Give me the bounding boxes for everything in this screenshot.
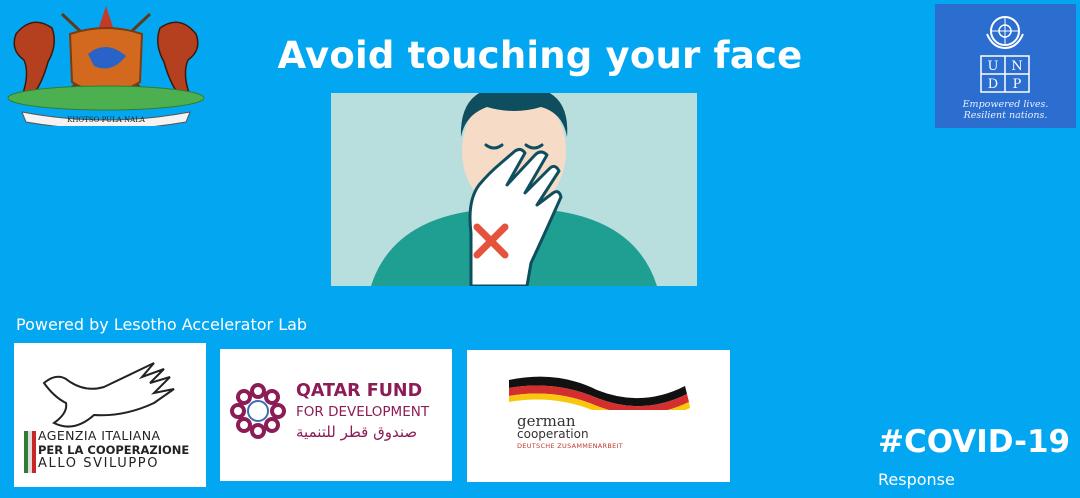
undp-letter-d: D <box>988 77 998 92</box>
qatar-fund-name-line-2: FOR DEVELOPMENT <box>296 404 430 420</box>
german-cooperation-line-3: DEUTSCHE ZUSAMMENARBEIT <box>517 442 623 450</box>
undp-letter-n: N <box>1011 59 1022 74</box>
undp-tagline-2: Resilient nations. <box>963 110 1048 121</box>
face-touch-illustration <box>331 93 697 286</box>
covid-hashtag: #COVID-19 <box>878 424 1071 460</box>
aics-name-line-1: AGENZIA ITALIANA <box>38 428 161 443</box>
qatar-fund-name-arabic: صندوق قطر للتنمية <box>296 423 418 441</box>
aics-name-line-2: PER LA COOPERAZIONE <box>38 443 190 457</box>
coat-of-arms-emblem: KHOTSO PULA NALA <box>7 6 205 130</box>
qatar-fund-name-line-1: QATAR FUND <box>296 381 423 401</box>
german-cooperation-line-2: cooperation <box>517 427 589 441</box>
undp-logo: U N D P Empowered lives. Resilient natio… <box>935 4 1076 128</box>
german-flag-wave-icon <box>509 376 690 410</box>
german-cooperation-partner-logo: german cooperation DEUTSCHE ZUSAMMENARBE… <box>467 350 730 482</box>
aics-name-line-3: ALLO SVILUPPO <box>38 456 160 471</box>
undp-letter-p: P <box>1013 77 1022 92</box>
qatar-fund-partner-logo: QATAR FUND FOR DEVELOPMENT صندوق قطر للت… <box>220 349 452 481</box>
un-emblem-icon: U N D P <box>980 16 1030 93</box>
qatar-fund-emblem-icon <box>230 383 286 439</box>
powered-by-text: Powered by Lesotho Accelerator Lab <box>16 315 308 334</box>
undp-letter-u: U <box>988 59 999 74</box>
undp-tagline-1: Empowered lives. <box>962 99 1049 110</box>
coat-of-arms-motto: KHOTSO PULA NALA <box>67 116 146 124</box>
response-label: Response <box>878 470 955 489</box>
person-covering-face-icon <box>371 93 657 286</box>
aics-partner-logo: AGENZIA ITALIANA PER LA COOPERAZIONE ALL… <box>14 343 206 487</box>
lesotho-coat-of-arms-logo: KHOTSO PULA NALA <box>2 4 210 130</box>
